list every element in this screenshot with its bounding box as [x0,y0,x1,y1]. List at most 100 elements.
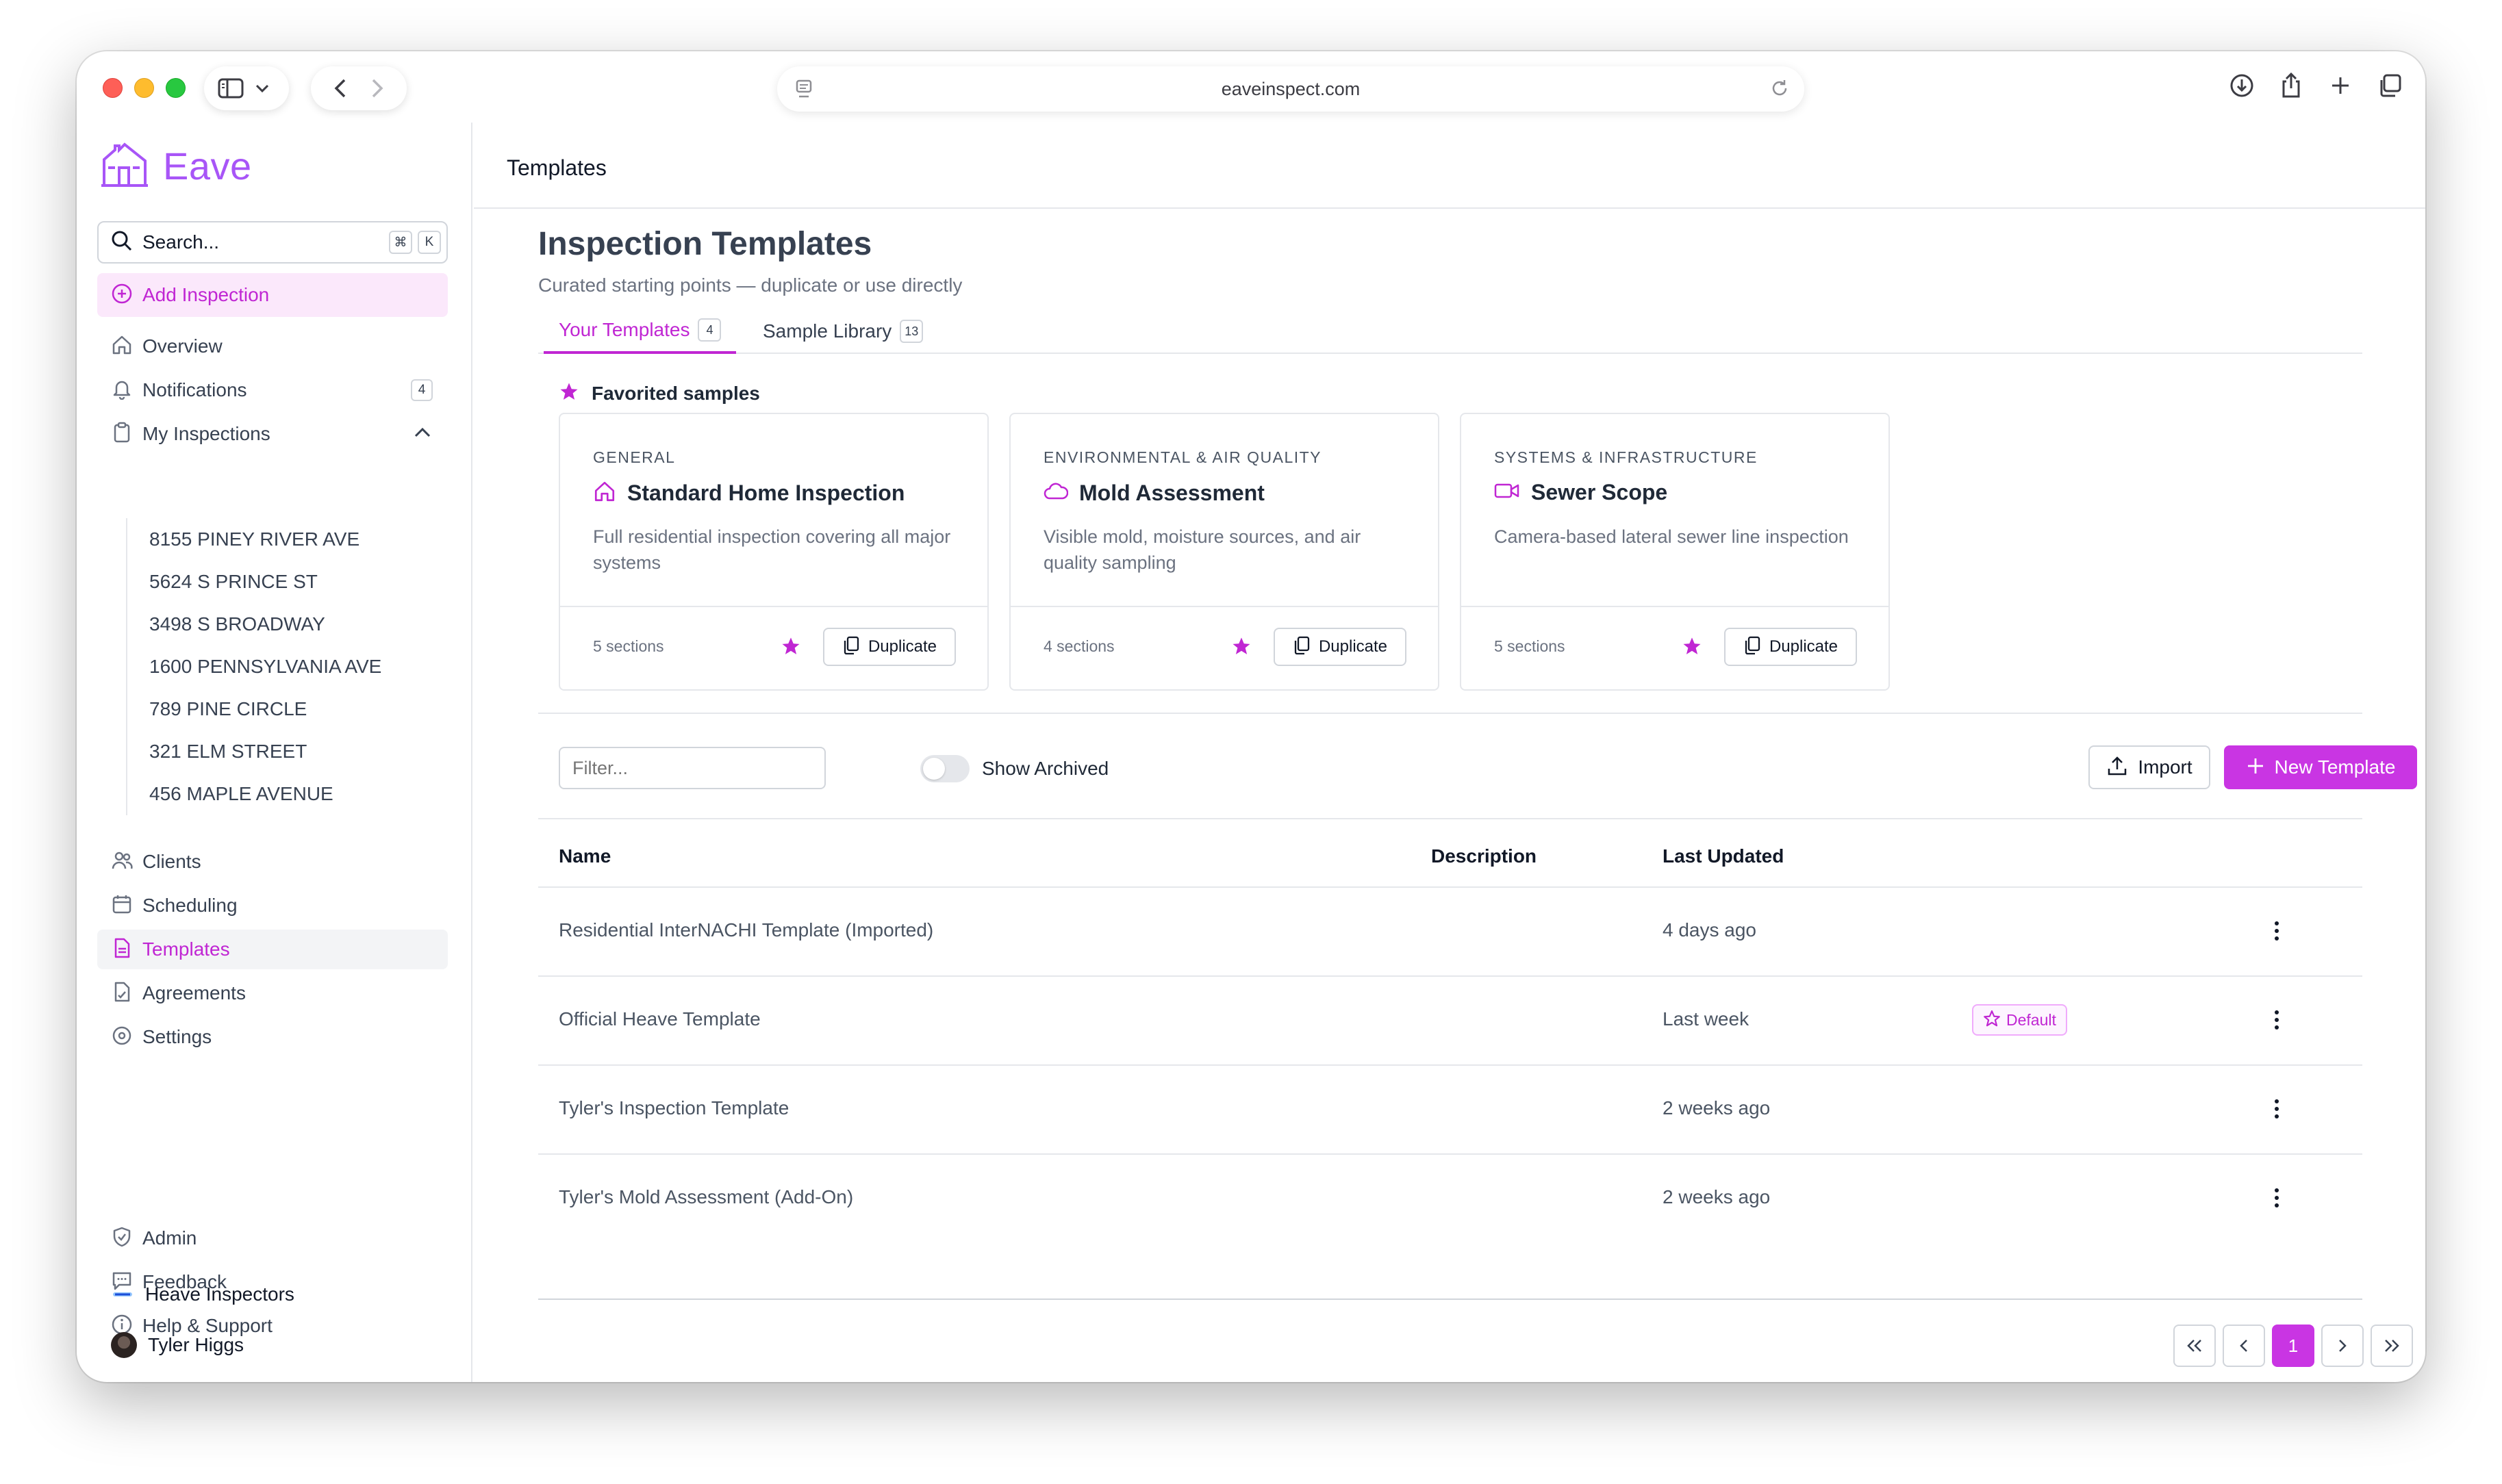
table-row[interactable]: Residential InterNACHI Template (Importe… [538,888,2362,977]
list-item[interactable]: 789 PINE CIRCLE [127,688,448,730]
home-icon [111,334,133,359]
table-row[interactable]: Official Heave Template Last week Defaul… [538,977,2362,1066]
last-page-button[interactable] [2371,1325,2413,1367]
more-vertical-icon[interactable] [2266,1001,2287,1038]
next-page-button[interactable] [2321,1325,2364,1367]
sidebar-item-my-inspections[interactable]: My Inspections [97,414,448,454]
sidebar-toggle-icon[interactable] [215,71,247,106]
users-icon [111,849,133,875]
download-icon[interactable] [2224,68,2260,103]
inspections-list: 8155 PINEY RIVER AVE 5624 S PRINCE ST 34… [126,518,448,815]
template-updated: 4 days ago [1663,919,1756,941]
card-title: Mold Assessment [1079,481,1265,506]
history-nav-group [311,66,407,110]
list-item[interactable]: 321 ELM STREET [127,730,448,773]
template-name[interactable]: Official Heave Template [559,1008,761,1030]
favorite-star-icon[interactable] [1231,636,1252,660]
favorite-star-icon[interactable] [1682,636,1702,660]
card-category: GENERAL [593,448,675,467]
organization-switcher[interactable]: Heave Inspectors [111,1283,294,1306]
sidebar-item-templates[interactable]: Templates [97,930,448,969]
table-row[interactable]: Tyler's Inspection Template 2 weeks ago [538,1066,2362,1155]
shield-icon [111,1226,133,1251]
avatar [111,1332,137,1358]
list-item[interactable]: 1600 PENNSYLVANIA AVE [127,645,448,688]
default-badge: Default [1972,1004,2067,1036]
user-menu[interactable]: Tyler Higgs [111,1332,244,1358]
table-row[interactable]: Tyler's Mold Assessment (Add-On) 2 weeks… [538,1155,2362,1244]
duplicate-label: Duplicate [1319,637,1387,656]
page-1-button[interactable]: 1 [2272,1325,2314,1367]
sidebar-item-admin[interactable]: Admin [97,1218,448,1258]
sample-card-mold-assessment[interactable]: ENVIRONMENTAL & AIR QUALITY Mold Assessm… [1009,413,1439,691]
show-archived-control: Show Archived [920,755,1109,782]
new-template-label: New Template [2275,756,2396,778]
sample-card-standard-home[interactable]: GENERAL Standard Home Inspection Full re… [559,413,989,691]
duplicate-button[interactable]: Duplicate [1274,628,1406,666]
section-divider [538,713,2362,714]
copy-icon [1743,636,1761,658]
sidebar-item-agreements[interactable]: Agreements [97,973,448,1013]
column-header-name[interactable]: Name [559,845,611,867]
share-icon[interactable] [2273,68,2309,103]
favorite-star-icon[interactable] [781,636,801,660]
add-inspection-button[interactable]: Add Inspection [97,273,448,317]
list-item[interactable]: 3498 S BROADWAY [127,603,448,645]
template-name[interactable]: Residential InterNACHI Template (Importe… [559,919,933,941]
sample-card-sewer-scope[interactable]: SYSTEMS & INFRASTRUCTURE Sewer Scope Cam… [1460,413,1890,691]
tab-your-templates[interactable]: Your Templates 4 [544,309,736,354]
card-section-count: 4 sections [1044,637,1115,656]
tab-count-badge: 13 [900,320,923,343]
template-name[interactable]: Tyler's Mold Assessment (Add-On) [559,1186,853,1208]
address-bar[interactable]: eaveinspect.com [777,66,1804,112]
back-arrow-icon[interactable] [323,71,358,106]
card-footer: 4 sections Duplicate [1011,606,1438,691]
new-tab-icon[interactable] [2323,68,2358,103]
sidebar-item-label: Admin [142,1227,448,1249]
sidebar-item-label: Clients [142,851,448,873]
duplicate-button[interactable]: Duplicate [823,628,956,666]
browser-actions [2224,68,2408,103]
sidebar-toggle-group[interactable] [204,66,289,110]
chevron-down-icon[interactable] [247,71,278,106]
filter-input[interactable] [559,747,826,789]
reload-icon[interactable] [1769,77,1791,103]
column-header-last-updated[interactable]: Last Updated [1663,845,1784,867]
sidebar-item-clients[interactable]: Clients [97,842,448,882]
search-box[interactable]: Search... ⌘ K [97,221,448,264]
sidebar-item-notifications[interactable]: Notifications 4 [97,370,448,410]
close-window-button[interactable] [103,78,123,98]
first-page-button[interactable] [2173,1325,2216,1367]
tab-sample-library[interactable]: Sample Library 13 [748,309,938,354]
list-item[interactable]: 5624 S PRINCE ST [127,561,448,603]
import-button[interactable]: Import [2088,745,2210,789]
more-vertical-icon[interactable] [2266,1179,2287,1216]
list-item[interactable]: 8155 PINEY RIVER AVE [127,518,448,561]
show-archived-toggle[interactable] [920,755,970,782]
app-sidebar: Eave Search... ⌘ K Add Inspection Overvi… [77,123,472,1382]
template-name[interactable]: Tyler's Inspection Template [559,1097,789,1119]
browser-toolbar: eaveinspect.com [77,51,2425,123]
zoom-window-button[interactable] [166,78,186,98]
tab-overview-icon[interactable] [2372,68,2408,103]
duplicate-button[interactable]: Duplicate [1724,628,1857,666]
star-outline-icon [1983,1010,2001,1031]
sidebar-item-settings[interactable]: Settings [97,1017,448,1057]
more-vertical-icon[interactable] [2266,1090,2287,1127]
forward-arrow-icon[interactable] [359,71,395,106]
brand-logo[interactable]: Eave [100,140,252,192]
new-template-button[interactable]: New Template [2224,745,2417,789]
brand-name: Eave [163,144,252,188]
template-updated: 2 weeks ago [1663,1097,1770,1119]
chevron-up-icon[interactable] [414,427,431,442]
card-description: Visible mold, moisture sources, and air … [1044,524,1413,576]
sidebar-item-overview[interactable]: Overview [97,327,448,366]
sidebar-item-label: Agreements [142,982,448,1004]
minimize-window-button[interactable] [134,78,154,98]
column-header-description[interactable]: Description [1431,845,1537,867]
sidebar-item-scheduling[interactable]: Scheduling [97,886,448,925]
previous-page-button[interactable] [2223,1325,2265,1367]
url-text: eaveinspect.com [777,66,1804,112]
list-item[interactable]: 456 MAPLE AVENUE [127,773,448,815]
more-vertical-icon[interactable] [2266,912,2287,949]
